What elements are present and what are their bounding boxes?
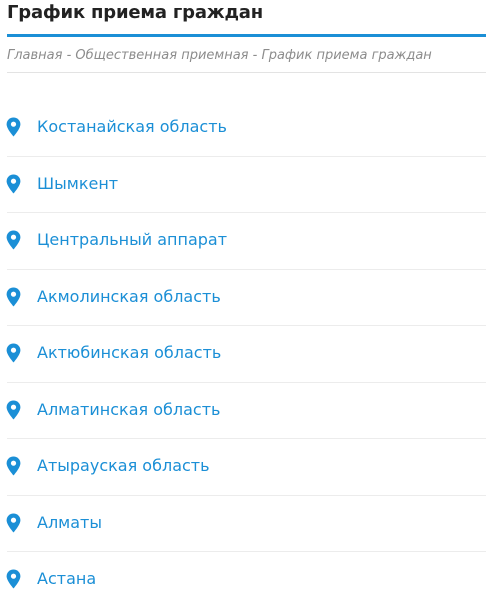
title-underline <box>7 34 486 37</box>
map-pin-icon <box>6 400 21 419</box>
region-label[interactable]: Алматинская область <box>37 400 220 419</box>
page: График приема граждан Главная - Обществе… <box>0 0 486 595</box>
region-label[interactable]: Костанайская область <box>37 117 227 136</box>
breadcrumb-divider <box>7 72 486 73</box>
region-item-central-office[interactable]: Центральный аппарат <box>0 213 486 270</box>
region-item-almaty[interactable]: Алматы <box>0 496 486 552</box>
page-title: График приема граждан <box>7 2 263 23</box>
region-item-astana[interactable]: Астана <box>0 552 486 595</box>
map-pin-icon <box>6 343 21 363</box>
region-label[interactable]: Акмолинская область <box>37 287 221 306</box>
region-list: Костанайская область Шымкент Центральный… <box>0 100 486 595</box>
region-item-atyrau[interactable]: Атырауская область <box>0 439 486 496</box>
map-pin-icon <box>6 230 21 250</box>
map-pin-icon <box>6 569 21 589</box>
region-item-shymkent[interactable]: Шымкент <box>0 157 486 213</box>
region-label[interactable]: Астана <box>37 569 96 588</box>
map-pin-icon <box>6 117 21 137</box>
region-label[interactable]: Алматы <box>37 513 102 532</box>
region-item-akmola[interactable]: Акмолинская область <box>0 270 486 326</box>
region-item-aktobe[interactable]: Актюбинская область <box>0 326 486 383</box>
map-pin-icon <box>6 456 21 476</box>
region-label[interactable]: Центральный аппарат <box>37 230 227 249</box>
map-pin-icon <box>6 287 21 306</box>
region-label[interactable]: Актюбинская область <box>37 343 221 362</box>
region-item-almaty-region[interactable]: Алматинская область <box>0 383 486 439</box>
map-pin-icon <box>6 174 21 193</box>
region-label[interactable]: Атырауская область <box>37 456 210 475</box>
breadcrumb: Главная - Общественная приемная - График… <box>7 48 432 63</box>
region-item-kostanay[interactable]: Костанайская область <box>0 100 486 157</box>
map-pin-icon <box>6 513 21 532</box>
region-label[interactable]: Шымкент <box>37 174 118 193</box>
